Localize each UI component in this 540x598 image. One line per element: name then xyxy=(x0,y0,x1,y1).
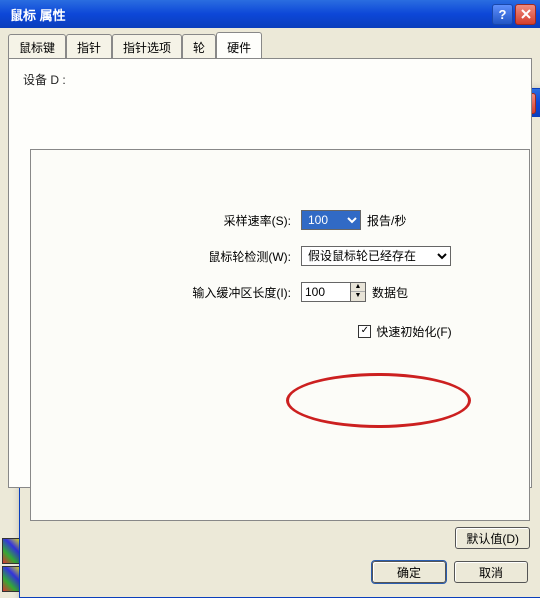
dialog-buttons: 确定 取消 xyxy=(30,551,530,593)
buffer-length-input[interactable] xyxy=(301,282,351,302)
parent-tabstrip: 鼠标键 指针 指针选项 轮 硬件 xyxy=(8,34,532,59)
device-label: 设备 D : xyxy=(23,73,66,87)
wheel-detect-row: 鼠标轮检测(W): 假设鼠标轮已经存在 xyxy=(31,246,529,266)
defaults-row: 默认值(D) xyxy=(30,521,530,551)
checkbox-icon: ✓ xyxy=(358,325,371,338)
ok-button[interactable]: 确定 xyxy=(372,561,446,583)
cancel-button[interactable]: 取消 xyxy=(454,561,528,583)
tab-pointer[interactable]: 指针 xyxy=(66,34,112,59)
fast-init-row: ✓ 快速初始化(F) xyxy=(31,322,529,340)
spin-up-icon[interactable]: ▲ xyxy=(351,283,365,292)
tab-mouse-buttons[interactable]: 鼠标键 xyxy=(8,34,66,59)
parent-title: 鼠标 属性 xyxy=(4,5,490,24)
tab-wheel[interactable]: 轮 xyxy=(182,34,216,59)
parent-titlebar: 鼠标 属性 ? xyxy=(0,0,540,28)
tab-pointer-options[interactable]: 指针选项 xyxy=(112,34,182,59)
sample-rate-unit: 报告/秒 xyxy=(367,212,406,229)
defaults-button[interactable]: 默认值(D) xyxy=(455,527,530,549)
fast-init-label: 快速初始化(F) xyxy=(376,323,451,340)
desktop-icon[interactable] xyxy=(2,566,20,592)
mouse-device-properties-window: Microsoft PS/2 Mouse 属性 ? 常规 高级设置 驱动程序 采… xyxy=(19,88,540,598)
wheel-detect-label: 鼠标轮检测(W): xyxy=(31,248,301,265)
buffer-length-label: 输入缓冲区长度(I): xyxy=(31,284,301,301)
close-button[interactable] xyxy=(515,4,536,25)
wheel-detect-select[interactable]: 假设鼠标轮已经存在 xyxy=(301,246,451,266)
buffer-length-spinner[interactable]: ▲ ▼ xyxy=(301,282,366,302)
annotation-ellipse xyxy=(286,373,471,428)
spin-down-icon[interactable]: ▼ xyxy=(351,292,365,301)
tab-hardware[interactable]: 硬件 xyxy=(216,32,262,59)
sample-rate-label: 采样速率(S): xyxy=(31,212,301,229)
sample-rate-row: 采样速率(S): 100 报告/秒 xyxy=(31,210,529,230)
desktop-icon[interactable] xyxy=(2,538,20,564)
help-button[interactable]: ? xyxy=(492,4,513,25)
buffer-length-row: 输入缓冲区长度(I): ▲ ▼ 数据包 xyxy=(31,282,529,302)
child-tabpanel: 采样速率(S): 100 报告/秒 鼠标轮检测(W): 假设鼠标轮已经存在 输入 xyxy=(30,149,530,521)
fast-init-checkbox[interactable]: ✓ 快速初始化(F) xyxy=(358,323,451,340)
sample-rate-select[interactable]: 100 xyxy=(301,210,361,230)
child-body: 常规 高级设置 驱动程序 采样速率(S): 100 报告/秒 鼠标轮检测(W):… xyxy=(20,117,540,597)
buffer-length-unit: 数据包 xyxy=(372,284,408,301)
